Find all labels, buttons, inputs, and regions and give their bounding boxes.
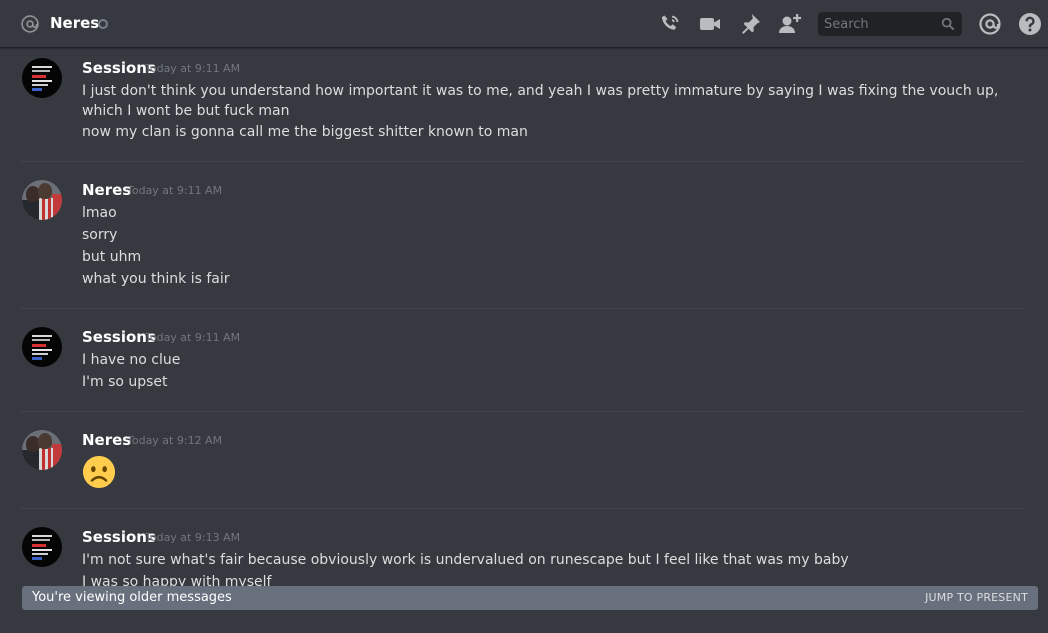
message-text: what you think is fair — [82, 271, 230, 287]
help-icon[interactable] — [1018, 12, 1042, 36]
avatar[interactable] — [22, 527, 62, 567]
add-friend-icon[interactable] — [778, 12, 802, 36]
message-timestamp: Today at 9:13 AM — [145, 531, 241, 544]
older-messages-text: You're viewing older messages — [32, 590, 232, 605]
message-text: now my clan is gonna call me the biggest… — [82, 124, 528, 140]
call-icon[interactable] — [658, 12, 682, 36]
message-author[interactable]: Neres — [82, 430, 131, 450]
channel-header: Neres — [0, 0, 1048, 48]
message-text: I just don't think you understand how im… — [82, 83, 999, 119]
message-timestamp: Today at 9:11 AM — [145, 62, 241, 75]
status-offline-icon — [98, 19, 108, 29]
pin-icon[interactable] — [738, 12, 762, 36]
frowning-face-icon — [82, 455, 116, 489]
message-timestamp: Today at 9:11 AM — [127, 184, 223, 197]
message-divider — [20, 411, 1024, 412]
message-text: but uhm — [82, 249, 142, 265]
avatar[interactable] — [22, 180, 62, 220]
message-divider — [20, 508, 1024, 509]
message-text: lmao — [82, 205, 117, 221]
message-text: I'm so upset — [82, 374, 168, 390]
video-icon[interactable] — [698, 12, 722, 36]
older-messages-bar[interactable]: You're viewing older messages JUMP TO PR… — [22, 586, 1038, 610]
channel-title: Neres — [50, 14, 100, 32]
message-divider — [20, 161, 1024, 162]
search-box[interactable] — [818, 12, 962, 36]
message-text: sorry — [82, 227, 118, 243]
message-list[interactable]: Sessions Today at 9:11 AM I just don't t… — [0, 49, 1048, 633]
message-timestamp: Today at 9:11 AM — [145, 331, 241, 344]
chat-window: Neres Search Sessions Today at 9:11 AM I… — [0, 0, 1048, 633]
message-author[interactable]: Neres — [82, 180, 131, 200]
search-input[interactable] — [818, 12, 936, 36]
message-timestamp: Today at 9:12 AM — [127, 434, 223, 447]
avatar[interactable] — [22, 327, 62, 367]
mention-icon[interactable] — [978, 12, 1002, 36]
message-text: I have no clue — [82, 352, 181, 368]
message-divider — [20, 308, 1024, 309]
search-icon — [941, 17, 955, 31]
avatar[interactable] — [22, 430, 62, 470]
avatar[interactable] — [22, 58, 62, 98]
jump-to-present-button[interactable]: JUMP TO PRESENT — [925, 588, 1028, 608]
at-icon — [21, 15, 39, 33]
message-text: I'm not sure what's fair because obvious… — [82, 552, 849, 568]
